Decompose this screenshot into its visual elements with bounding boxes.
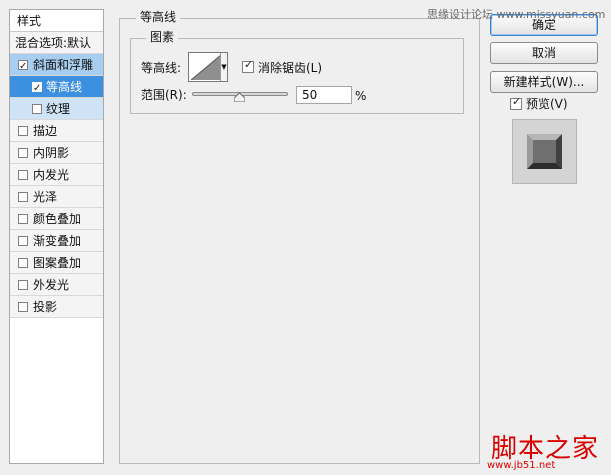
style-item-contour[interactable]: 等高线: [10, 76, 103, 100]
range-input[interactable]: 50: [296, 86, 352, 104]
gradient-overlay-checkbox[interactable]: [18, 236, 28, 246]
cancel-button[interactable]: 取消: [490, 42, 598, 64]
style-item-label: 内发光: [33, 168, 70, 182]
new-style-button[interactable]: 新建样式(W)...: [490, 71, 598, 93]
style-item-label: 光泽: [33, 190, 58, 204]
preview-checkbox[interactable]: [510, 95, 522, 110]
style-item-label: 渐变叠加: [33, 234, 82, 248]
style-item-label: 外发光: [33, 278, 70, 292]
inner-shadow-checkbox[interactable]: [18, 148, 28, 158]
stroke-checkbox[interactable]: [18, 126, 28, 136]
style-item-label: 颜色叠加: [33, 212, 82, 226]
style-item-gradient-overlay[interactable]: 渐变叠加: [10, 230, 103, 252]
style-item-label: 投影: [33, 300, 58, 314]
forum-watermark: 思缘设计论坛 www.missyuan.com: [427, 8, 606, 21]
preview-label: 预览(V): [526, 97, 568, 111]
drop-shadow-checkbox[interactable]: [18, 302, 28, 312]
range-label: 范围(R):: [141, 88, 187, 102]
color-overlay-checkbox[interactable]: [18, 214, 28, 224]
style-item-drop-shadow[interactable]: 投影: [10, 296, 103, 318]
style-item-label: 描边: [33, 124, 58, 138]
elements-group-title: 图素: [146, 29, 179, 45]
style-item-pattern-overlay[interactable]: 图案叠加: [10, 252, 103, 274]
contour-curve-icon: [191, 55, 221, 80]
style-item-outer-glow[interactable]: 外发光: [10, 274, 103, 296]
style-item-texture[interactable]: 纹理: [10, 98, 103, 120]
anti-alias-label: 消除锯齿(L): [258, 61, 323, 75]
style-item-satin[interactable]: 光泽: [10, 186, 103, 208]
bevel-preview-swatch: [527, 134, 562, 169]
style-item-stroke[interactable]: 描边: [10, 120, 103, 142]
texture-checkbox[interactable]: [32, 104, 42, 114]
style-item-inner-shadow[interactable]: 内阴影: [10, 142, 103, 164]
style-item-label: 纹理: [46, 102, 71, 116]
style-item-color-overlay[interactable]: 颜色叠加: [10, 208, 103, 230]
contour-dropdown-arrow-icon[interactable]: ▼: [220, 53, 227, 81]
bevel-emboss-checkbox[interactable]: [18, 56, 28, 78]
contour-picker[interactable]: ▼: [188, 52, 228, 82]
style-item-label: 图案叠加: [33, 256, 82, 270]
style-item-inner-glow[interactable]: 内发光: [10, 164, 103, 186]
contour-section-title: 等高线: [136, 9, 181, 25]
style-preview-thumbnail: [512, 119, 577, 184]
site-watermark-url: www.jb51.net: [487, 460, 556, 471]
contour-checkbox[interactable]: [32, 78, 42, 100]
style-item-bevel-emboss[interactable]: 斜面和浮雕: [10, 54, 103, 78]
style-list-panel: 样式 混合选项:默认 斜面和浮雕 等高线 纹理 描边 内阴影 内发光 光泽 颜色…: [9, 9, 104, 464]
pattern-overlay-checkbox[interactable]: [18, 258, 28, 268]
style-item-label: 内阴影: [33, 146, 70, 160]
inner-glow-checkbox[interactable]: [18, 170, 28, 180]
blending-options-default[interactable]: 混合选项:默认: [10, 32, 103, 54]
style-item-label: 斜面和浮雕: [33, 58, 94, 72]
style-item-label: 等高线: [46, 80, 83, 94]
contour-label: 等高线:: [141, 61, 182, 75]
range-slider-thumb[interactable]: [234, 93, 245, 102]
outer-glow-checkbox[interactable]: [18, 280, 28, 290]
satin-checkbox[interactable]: [18, 192, 28, 202]
range-unit: %: [355, 89, 367, 103]
style-list-title: 样式: [10, 10, 103, 32]
anti-alias-checkbox[interactable]: [242, 58, 254, 73]
